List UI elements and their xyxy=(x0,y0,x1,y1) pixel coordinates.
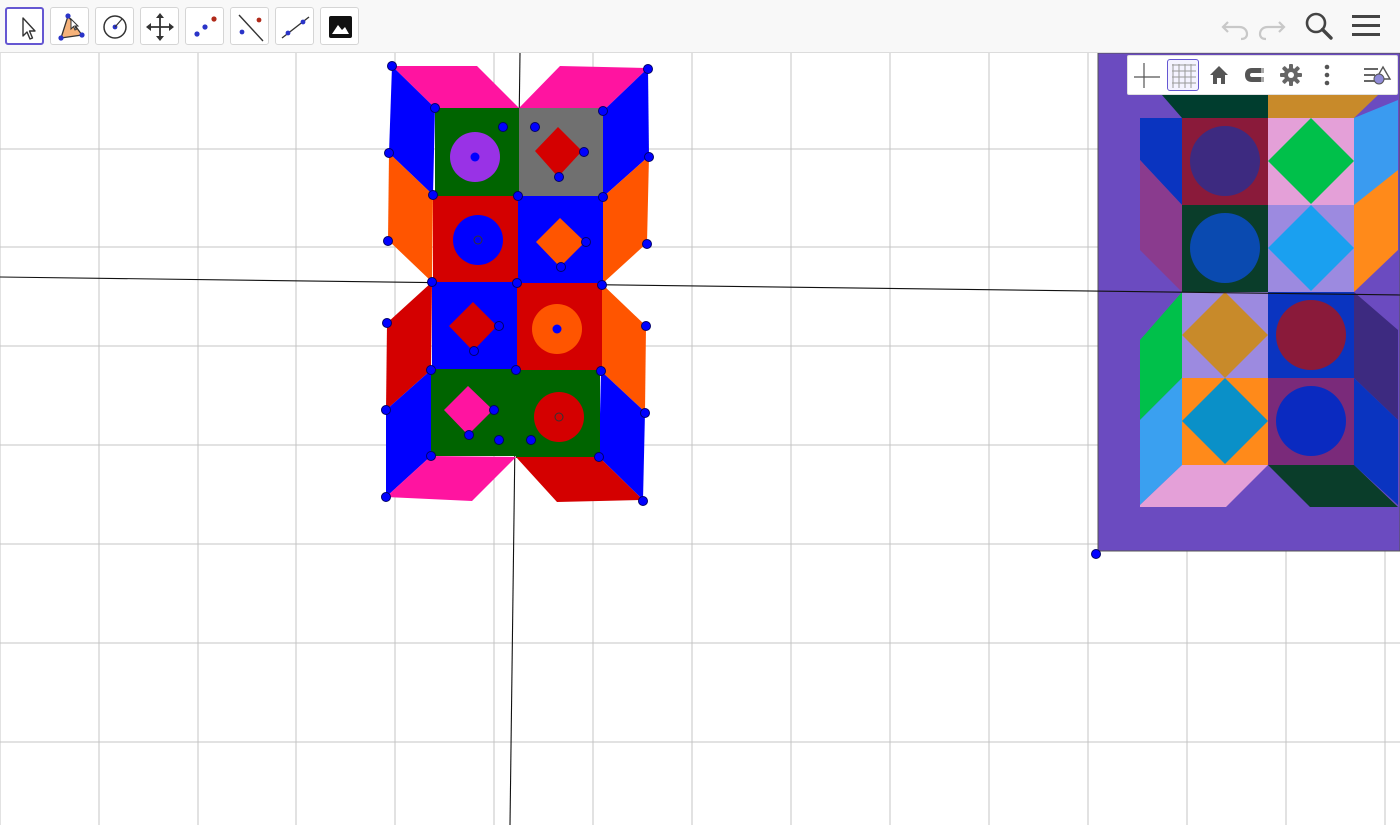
polygon-tool-button[interactable] xyxy=(50,7,89,45)
graphics-style-bar xyxy=(1127,55,1398,95)
construction-point[interactable] xyxy=(494,321,504,331)
show-axes-button[interactable] xyxy=(1131,59,1163,91)
construction-point[interactable] xyxy=(428,190,438,200)
main-menu-button[interactable] xyxy=(1348,8,1384,44)
construction-point[interactable] xyxy=(638,496,648,506)
construction-point[interactable] xyxy=(489,405,499,415)
construction-point[interactable] xyxy=(594,452,604,462)
construction-point[interactable] xyxy=(430,103,440,113)
undo-icon xyxy=(1221,21,1249,41)
toolbar xyxy=(0,0,1400,53)
graphics-settings-button[interactable] xyxy=(1275,59,1307,91)
construction-point[interactable] xyxy=(511,365,521,375)
construction-point[interactable] xyxy=(598,106,608,116)
move-graphics-view-icon xyxy=(146,13,174,41)
home-icon xyxy=(1210,66,1228,84)
construction-point[interactable] xyxy=(381,405,391,415)
construction-point[interactable] xyxy=(579,147,589,157)
construction-point[interactable] xyxy=(381,492,391,502)
circle-tool-button[interactable] xyxy=(95,7,134,45)
redo-icon xyxy=(1258,21,1286,41)
point-icon xyxy=(194,16,217,37)
construction-point[interactable] xyxy=(382,318,392,328)
construction-point[interactable] xyxy=(554,172,564,182)
circle-with-center-icon xyxy=(103,15,127,39)
graphics-view[interactable] xyxy=(0,53,1400,825)
construction-point[interactable] xyxy=(387,61,397,71)
construction-point[interactable] xyxy=(643,64,653,74)
construction-point[interactable] xyxy=(640,408,650,418)
settings-gear-icon xyxy=(1280,64,1302,86)
construction-point[interactable] xyxy=(526,435,536,445)
grid-icon xyxy=(1172,64,1196,88)
magnet-snap-icon xyxy=(1245,68,1264,82)
segment-tool-button[interactable] xyxy=(275,7,314,45)
polygon-icon xyxy=(58,13,85,41)
point-capturing-button[interactable] xyxy=(1239,59,1271,91)
construction-point[interactable] xyxy=(384,148,394,158)
search-button[interactable] xyxy=(1301,8,1337,44)
move-arrow-icon xyxy=(22,17,36,40)
construction-point[interactable] xyxy=(598,192,608,202)
move-tool-button[interactable] xyxy=(5,7,44,45)
construction-point[interactable] xyxy=(494,435,504,445)
construction-point[interactable] xyxy=(426,365,436,375)
image-icon xyxy=(329,16,352,38)
construction-point[interactable] xyxy=(530,122,540,132)
construction-point[interactable] xyxy=(513,191,523,201)
construction-point[interactable] xyxy=(597,280,607,290)
toggle-style-bar-button[interactable] xyxy=(1361,59,1393,91)
standard-view-button[interactable] xyxy=(1203,59,1235,91)
construction-point[interactable] xyxy=(644,152,654,162)
more-options-button[interactable] xyxy=(1311,59,1343,91)
line-through-point-icon xyxy=(238,14,264,42)
redo-button[interactable] xyxy=(1254,8,1290,44)
construction-point[interactable] xyxy=(642,239,652,249)
construction-point[interactable] xyxy=(469,346,479,356)
point-tool-button[interactable] xyxy=(185,7,224,45)
axes-icon xyxy=(1134,63,1160,88)
construction-point[interactable] xyxy=(498,122,508,132)
image-corner-point[interactable] xyxy=(1091,549,1101,559)
construction-point[interactable] xyxy=(427,277,437,287)
more-vertical-icon xyxy=(1324,64,1330,86)
construction-point[interactable] xyxy=(581,237,591,247)
construction-point[interactable] xyxy=(596,366,606,376)
move-graphics-view-tool-button[interactable] xyxy=(140,7,179,45)
undo-button[interactable] xyxy=(1217,8,1253,44)
search-icon xyxy=(1305,12,1333,40)
construction-point[interactable] xyxy=(641,321,651,331)
graphics-canvas[interactable] xyxy=(0,53,1400,825)
segment-icon xyxy=(281,16,310,39)
line-tool-button[interactable] xyxy=(230,7,269,45)
geogebra-app xyxy=(0,0,1400,825)
show-grid-button[interactable] xyxy=(1167,59,1199,91)
menu-icon xyxy=(1352,15,1380,36)
construction-point[interactable] xyxy=(512,278,522,288)
toggle-style-bar-icon xyxy=(1364,65,1392,85)
construction-point[interactable] xyxy=(426,451,436,461)
inserted-painting-image[interactable] xyxy=(1091,53,1400,559)
construction-point[interactable] xyxy=(556,262,566,272)
construction-point[interactable] xyxy=(383,236,393,246)
construction-point[interactable] xyxy=(464,430,474,440)
image-tool-button[interactable] xyxy=(320,7,359,45)
